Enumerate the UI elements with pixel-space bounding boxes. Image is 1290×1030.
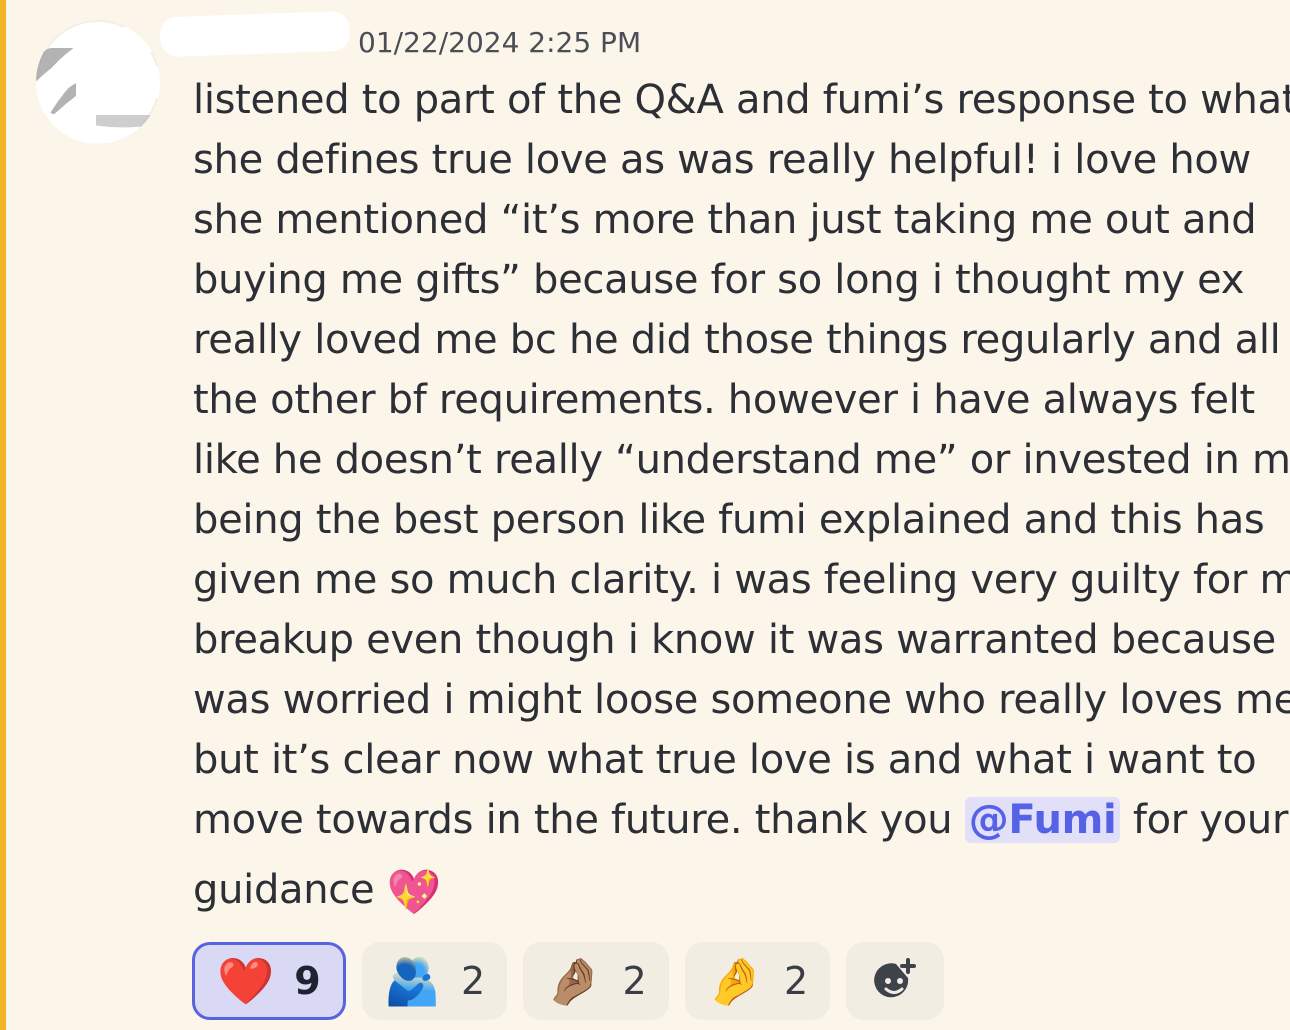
add-reaction-icon	[874, 958, 917, 998]
add-reaction-button[interactable]	[846, 942, 945, 1020]
message-line: being the best person like fumi explaine…	[193, 497, 1265, 543]
message-text: for your	[1120, 797, 1289, 843]
reaction-count: 2	[783, 959, 809, 1003]
message-line: like he doesn’t really “understand me” o…	[193, 437, 1290, 483]
message-timestamp[interactable]: 01/22/2024 2:25 PM	[358, 26, 641, 59]
reaction-heart[interactable]: ❤️ 9	[192, 942, 346, 1020]
pinched-fingers-emoji: 🤌🏽	[545, 954, 603, 1008]
message-line: buying me gifts” because for so long i t…	[193, 257, 1245, 303]
message-line: she defines true love as was really help…	[193, 137, 1251, 183]
reaction-count: 9	[294, 959, 321, 1003]
message-content: listened to part of the Q&A and fumi’s r…	[193, 70, 1290, 920]
avatar[interactable]	[36, 20, 160, 144]
message-text: guidance	[193, 867, 387, 913]
message-line: the other bf requirements. however i hav…	[193, 377, 1255, 423]
redaction-scribble	[36, 25, 160, 144]
username-redacted[interactable]	[159, 10, 351, 58]
message-line: breakup even though i know it was warran…	[193, 617, 1290, 663]
message-line: given me so much clarity. i was feeling …	[193, 557, 1290, 603]
message-line: but it’s clear now what true love is and…	[193, 737, 1257, 783]
message-line: really loved me bc he did those things r…	[193, 317, 1281, 363]
reactions-bar: ❤️ 9 🫂 2 🤌🏽 2 🤌 2	[192, 942, 945, 1020]
reaction-count: 2	[622, 959, 647, 1003]
reaction-pinched-fingers[interactable]: 🤌 2	[684, 942, 831, 1020]
message-line: listened to part of the Q&A and fumi’s r…	[193, 77, 1290, 123]
reaction-people-hugging[interactable]: 🫂 2	[361, 942, 508, 1020]
message-highlight-bar	[0, 0, 6, 1030]
message-text: move towards in the future. thank you	[193, 797, 965, 843]
message-line: move towards in the future. thank you @F…	[193, 790, 1288, 850]
message-line: was worried i might loose someone who re…	[193, 677, 1290, 723]
heart-emoji: ❤️	[217, 954, 275, 1008]
user-mention[interactable]: @Fumi	[964, 797, 1121, 843]
pinched-fingers-emoji: 🤌	[706, 954, 764, 1008]
reaction-pinched-fingers-medium[interactable]: 🤌🏽 2	[523, 942, 669, 1020]
message-line: guidance 💖	[193, 860, 1273, 920]
people-hugging-emoji: 🫂	[383, 954, 442, 1008]
sparkling-heart-emoji: 💖	[386, 867, 442, 918]
message-line: she mentioned “it’s more than just takin…	[193, 197, 1257, 243]
reaction-count: 2	[461, 959, 486, 1003]
